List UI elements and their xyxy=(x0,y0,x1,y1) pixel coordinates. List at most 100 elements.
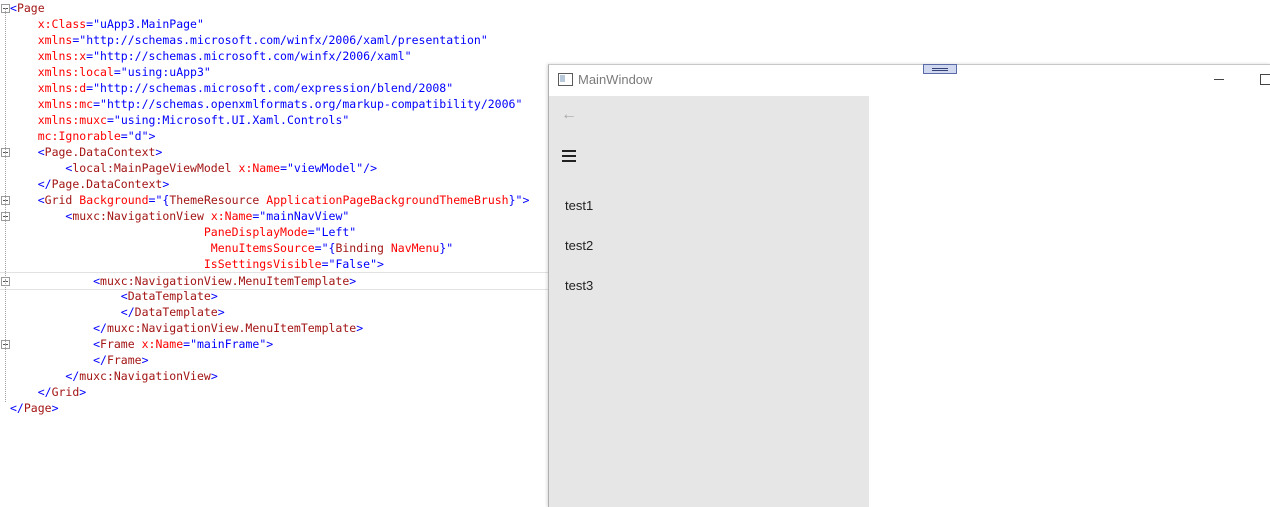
code-line[interactable]: MenuItemsSource="{Binding NavMenu}" xyxy=(0,240,548,256)
code-line[interactable]: <muxc:NavigationView x:Name="mainNavView… xyxy=(0,208,548,224)
code-token: mainNavView xyxy=(266,209,343,223)
code-line[interactable]: <Grid Background="{ThemeResource Applica… xyxy=(0,192,548,208)
code-line[interactable]: PaneDisplayMode="Left" xyxy=(0,224,548,240)
code-line[interactable]: </Page> xyxy=(0,400,548,416)
outline-guide xyxy=(5,280,6,328)
hamburger-menu-icon[interactable] xyxy=(555,142,583,170)
code-token: =" xyxy=(86,81,101,95)
code-line[interactable]: xmlns:x="http://schemas.microsoft.com/wi… xyxy=(0,48,548,64)
code-token: </ xyxy=(93,321,107,335)
nav-item-test3[interactable]: test3 xyxy=(549,266,869,306)
code-line[interactable]: IsSettingsVisible="False"> xyxy=(0,256,548,272)
code-token: IsSettingsVisible xyxy=(203,257,322,271)
code-line[interactable]: <Page.DataContext> xyxy=(0,144,548,160)
code-token: Frame xyxy=(106,353,142,367)
code-line[interactable]: mc:Ignorable="d"> xyxy=(0,128,548,144)
code-text: <DataTemplate> xyxy=(10,288,218,304)
code-token: using:uApp3 xyxy=(127,65,204,79)
code-line[interactable]: xmlns:muxc="using:Microsoft.UI.Xaml.Cont… xyxy=(0,112,548,128)
code-token: PaneDisplayMode xyxy=(203,225,308,239)
code-token: =" xyxy=(148,193,163,207)
code-token: Grid xyxy=(51,385,80,399)
code-token: " xyxy=(203,65,211,79)
code-text: <muxc:NavigationView.MenuItemTemplate> xyxy=(10,273,356,289)
code-token: =" xyxy=(113,65,128,79)
code-line[interactable]: <DataTemplate> xyxy=(0,288,548,304)
title-bar[interactable]: MainWindow xyxy=(549,64,1270,95)
code-token: xmlns:mc xyxy=(37,97,94,111)
code-line[interactable]: xmlns="http://schemas.microsoft.com/winf… xyxy=(0,32,548,48)
outline-guide xyxy=(5,344,6,364)
code-token: > xyxy=(217,305,225,319)
code-token: =" xyxy=(321,257,336,271)
code-token: " xyxy=(196,17,204,31)
code-token: xmlns:muxc xyxy=(37,113,107,127)
code-token: " xyxy=(342,209,350,223)
code-line[interactable]: <Page xyxy=(0,0,548,16)
code-text: </muxc:NavigationView.MenuItemTemplate> xyxy=(10,320,363,336)
code-text: </Page> xyxy=(10,400,59,416)
xaml-toolbar-grip-icon[interactable] xyxy=(923,64,957,74)
code-token: =" xyxy=(307,225,322,239)
code-token: " xyxy=(446,241,454,255)
nav-item-test1[interactable]: test1 xyxy=(549,186,869,226)
code-token: xmlns:d xyxy=(37,81,87,95)
code-token: http://schemas.microsoft.com/expression/… xyxy=(100,81,447,95)
code-token: </ xyxy=(10,401,24,415)
code-token: </ xyxy=(37,385,52,399)
code-line[interactable]: </DataTemplate> xyxy=(0,304,548,320)
code-token: =" xyxy=(183,337,197,351)
back-button[interactable]: ← xyxy=(555,102,583,130)
maximize-icon[interactable] xyxy=(1260,74,1270,85)
code-line[interactable]: </Grid> xyxy=(0,384,548,400)
code-token: x:Name xyxy=(141,337,184,351)
code-text: xmlns:muxc="using:Microsoft.UI.Xaml.Cont… xyxy=(10,112,350,128)
code-line[interactable]: </Frame> xyxy=(0,352,548,368)
code-line[interactable]: <Frame x:Name="mainFrame"> xyxy=(0,336,548,352)
code-token: =" xyxy=(86,49,101,63)
code-token: < xyxy=(37,193,45,207)
code-token: " xyxy=(349,225,357,239)
code-text: <muxc:NavigationView x:Name="mainNavView… xyxy=(10,208,349,224)
code-line[interactable]: xmlns:mc="http://schemas.openxmlformats.… xyxy=(0,96,548,112)
code-line[interactable]: </muxc:NavigationView.MenuItemTemplate> xyxy=(0,320,548,336)
outline-guide xyxy=(5,216,6,286)
code-line[interactable]: </muxc:NavigationView> xyxy=(0,368,548,384)
code-token: </ xyxy=(120,305,135,319)
code-line[interactable]: xmlns:local="using:uApp3" xyxy=(0,64,548,80)
code-text: x:Class="uApp3.MainPage" xyxy=(10,16,204,32)
code-line[interactable]: <local:MainPageViewModel x:Name="viewMod… xyxy=(0,160,548,176)
navigation-pane: ← test1 test2 test3 xyxy=(549,96,869,507)
minimize-icon[interactable] xyxy=(1214,79,1224,80)
code-token: ThemeResource xyxy=(169,193,260,207)
code-token: xmlns:x xyxy=(37,49,87,63)
code-token: " xyxy=(342,113,350,127)
code-token: Background xyxy=(79,193,149,207)
code-token: Page xyxy=(16,1,45,15)
code-token: DataTemplate xyxy=(134,305,218,319)
code-token: http://schemas.microsoft.com/winfx/2006/… xyxy=(100,49,405,63)
nav-item-test2[interactable]: test2 xyxy=(549,226,869,266)
code-line[interactable]: x:Class="uApp3.MainPage" xyxy=(0,16,548,32)
code-token: x:Name xyxy=(210,209,253,223)
code-line[interactable]: xmlns:d="http://schemas.microsoft.com/ex… xyxy=(0,80,548,96)
code-text: xmlns:local="using:uApp3" xyxy=(10,64,211,80)
code-line[interactable]: </Page.DataContext> xyxy=(0,176,548,192)
code-token: > xyxy=(349,274,357,288)
code-token: muxc:NavigationView.MenuItemTemplate xyxy=(100,274,350,288)
code-token: xmlns xyxy=(37,33,73,47)
